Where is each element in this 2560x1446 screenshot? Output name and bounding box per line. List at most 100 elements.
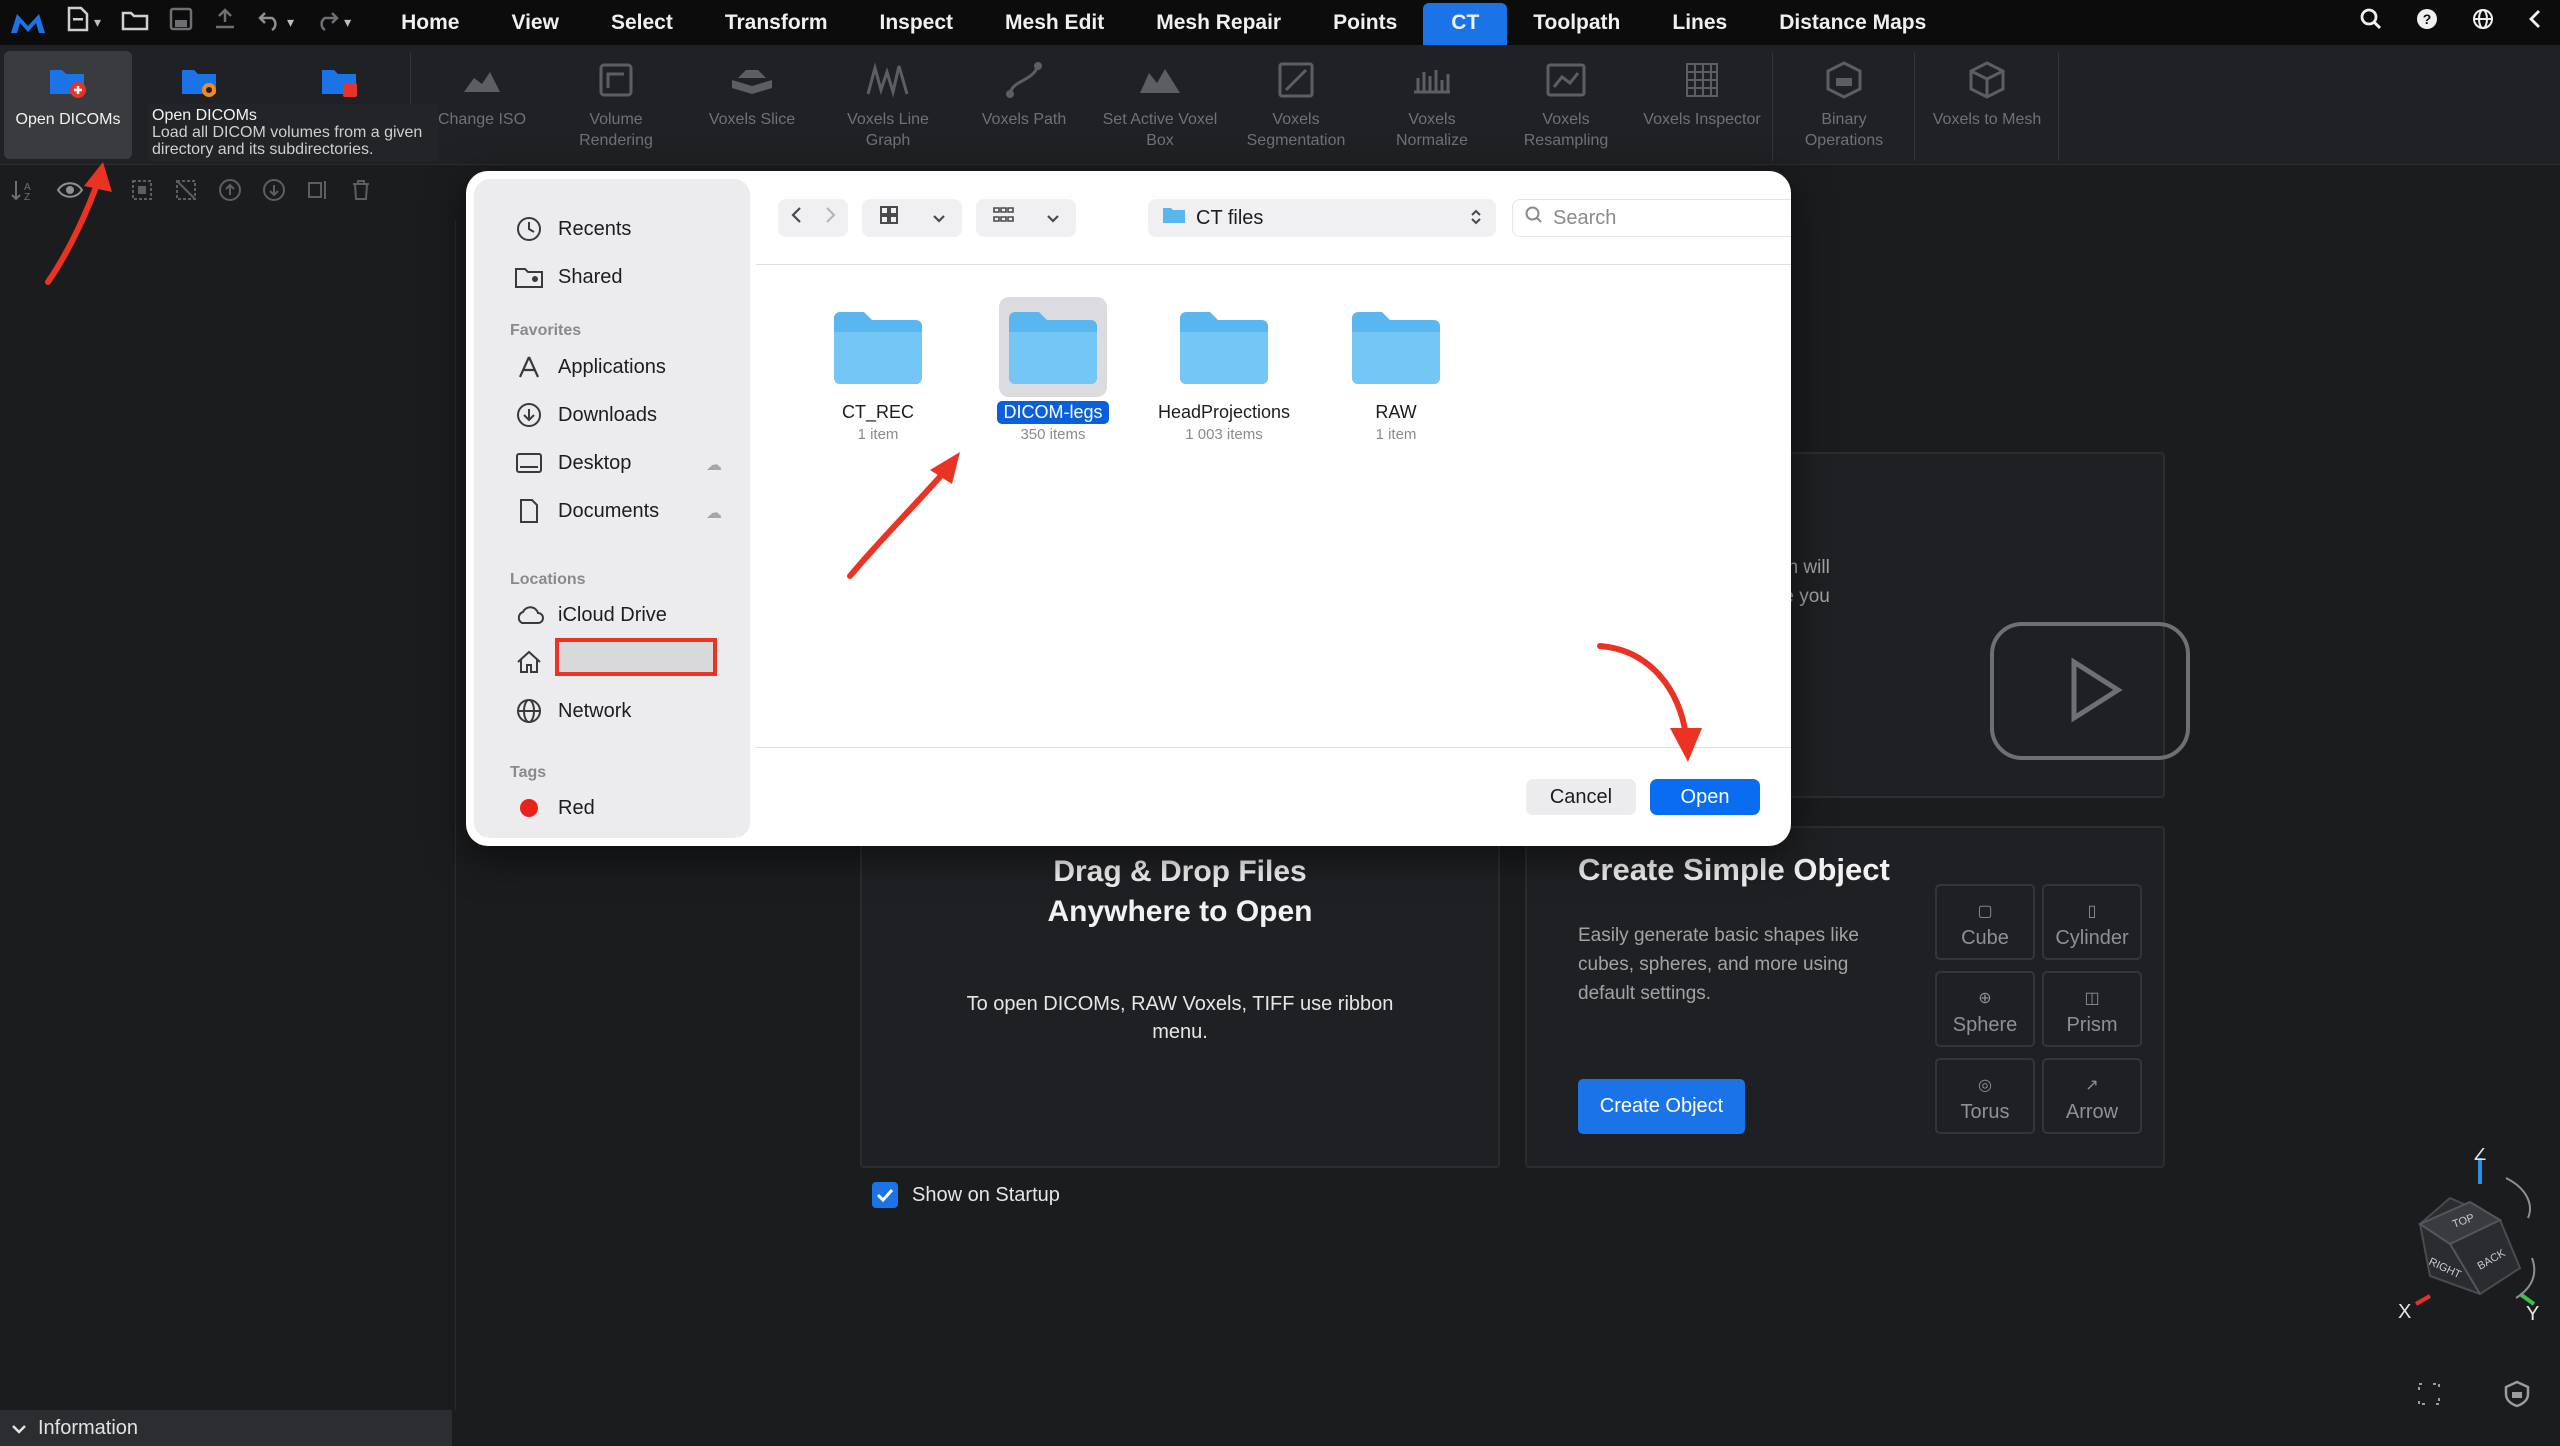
tab-toolpath[interactable]: Toolpath [1507,0,1646,45]
menu-bar: ▾ ▾ ▾ Home View Select Transform Inspect… [0,0,2560,45]
voxels-to-mesh-button[interactable]: Voxels to Mesh [1920,51,2054,159]
voxels-inspector-button[interactable]: Voxels Inspector [1642,51,1762,159]
sidebar-item-shared[interactable]: Shared [514,260,623,294]
collapse-icon[interactable] [2528,8,2542,37]
save-button[interactable] [159,0,203,45]
voxels-segmentation-button[interactable]: Voxels Segmentation [1236,51,1356,159]
chevron-down-icon[interactable]: ▾ [94,14,101,31]
move-down-icon[interactable] [262,178,286,209]
group-by-selector[interactable] [976,199,1076,237]
voxels-resampling-button[interactable]: Voxels Resampling [1506,51,1626,159]
voxels-path-button[interactable]: Voxels Path [964,51,1084,159]
voxels-resampling-label: Voxels Resampling [1523,111,1609,149]
tab-view[interactable]: View [485,0,584,45]
shape-arrow-button[interactable]: ↗ Arrow [2042,1058,2142,1134]
folder-item-dicom-legs[interactable]: DICOM-legs 350 items [968,297,1138,443]
tab-mesh-repair[interactable]: Mesh Repair [1130,0,1307,45]
sidebar-item-recents[interactable]: Recents [514,212,631,246]
fit-view-icon[interactable] [2415,1380,2443,1415]
sidebar-item-applications[interactable]: Applications [514,350,666,384]
sidebar-item-home[interactable] [514,645,544,679]
undo-button[interactable]: ▾ [247,0,304,45]
tab-transform[interactable]: Transform [699,0,854,45]
help-icon[interactable]: ? [2416,8,2438,37]
updown-chevron-icon [1470,208,1482,229]
shape-sphere-button[interactable]: ⊕ Sphere [1935,971,2035,1047]
chevron-down-icon[interactable]: ▾ [344,14,351,31]
folder-item-headprojections[interactable]: HeadProjections 1 003 items [1139,297,1309,443]
view-cube[interactable]: Z TOP RIGHT BACK X Y [2320,1143,2540,1338]
back-arrow-icon[interactable] [790,206,802,230]
sidebar-item-downloads[interactable]: Downloads [514,398,657,432]
rotate-ccw-icon[interactable] [2505,1177,2531,1219]
sort-icon[interactable]: AZ [10,178,36,209]
open-dicoms-button[interactable]: Open DICOMs [4,51,132,159]
video-play-button[interactable] [1990,622,2190,760]
tooltip-body: Load all DICOM volumes from a given dire… [152,124,423,158]
menu-tabs: Home View Select Transform Inspect Mesh … [375,0,1952,45]
open-file-button[interactable] [111,0,159,45]
tab-select[interactable]: Select [585,0,699,45]
redo-button[interactable]: ▾ [304,0,361,45]
volume-rendering-button[interactable]: Volume Rendering [556,51,676,159]
folder-item-raw[interactable]: RAW 1 item [1311,297,1481,443]
create-object-button[interactable]: Create Object [1578,1079,1745,1134]
shape-torus-button[interactable]: ◎ Torus [1935,1058,2035,1134]
information-panel-header[interactable]: Information [0,1410,452,1446]
deselect-icon[interactable] [174,178,198,209]
voxels-slice-button[interactable]: Voxels Slice [692,51,812,159]
sidebar-item-desktop[interactable]: Desktop [514,446,631,480]
voxels-normalize-button[interactable]: Voxels Normalize [1372,51,1492,159]
trash-icon[interactable] [350,178,372,209]
split-icon[interactable] [306,178,330,209]
shared-folder-icon [514,262,544,292]
shape-label: Cube [1961,927,2009,949]
forward-arrow-icon[interactable] [825,206,837,230]
shape-prism-button[interactable]: ◫ Prism [2042,971,2142,1047]
sidebar-item-tag-red[interactable]: Red [514,791,595,825]
search-input[interactable] [1553,206,1783,230]
folder-item-ct-rec[interactable]: CT_REC 1 item [793,297,963,443]
sidebar-item-network[interactable]: Network [514,694,631,728]
new-file-icon [66,6,90,39]
segmentation-icon [1276,51,1316,109]
open-button[interactable]: Open [1650,779,1760,815]
sidebar-item-documents[interactable]: Documents [514,494,659,528]
show-on-startup-checkbox[interactable] [872,1182,898,1208]
viewport-corner-icons [2415,1380,2531,1415]
tab-ct[interactable]: CT [1423,3,1508,45]
sidebar-item-icloud-drive[interactable]: iCloud Drive [514,598,667,632]
binary-operations-button[interactable]: Binary Operations [1782,51,1906,159]
move-up-icon[interactable] [218,178,242,209]
home-icon [514,647,544,677]
select-all-icon[interactable] [130,178,154,209]
tab-mesh-edit[interactable]: Mesh Edit [979,0,1130,45]
search-field[interactable] [1512,199,1791,237]
tab-distance-maps[interactable]: Distance Maps [1753,0,1952,45]
new-file-button[interactable]: ▾ [56,0,111,45]
search-icon[interactable] [2360,8,2382,37]
cancel-button[interactable]: Cancel [1526,779,1636,815]
eye-icon[interactable] [56,179,84,207]
voxels-slice-icon [728,51,776,109]
play-icon [2071,657,2123,723]
globe-icon[interactable] [2472,8,2494,37]
set-active-voxel-box-button[interactable]: Set Active Voxel Box [1100,51,1220,159]
shape-cube-button[interactable]: ▢ Cube [1935,884,2035,960]
tab-home[interactable]: Home [375,0,485,45]
grid-group-icon [992,205,1014,231]
tab-inspect[interactable]: Inspect [854,0,980,45]
app-logo[interactable] [0,0,56,45]
view-mode-selector[interactable] [862,199,962,237]
shield-icon[interactable] [2503,1380,2531,1415]
ribbon-separator [2058,53,2059,161]
tab-lines[interactable]: Lines [1646,0,1753,45]
export-button[interactable] [203,0,247,45]
chevron-down-icon[interactable]: ▾ [287,14,294,31]
voxels-line-graph-button[interactable]: Voxels Line Graph [828,51,948,159]
location-path-select[interactable]: CT files [1148,199,1496,237]
upload-icon [213,7,237,38]
change-iso-button[interactable]: Change ISO [420,51,544,159]
shape-cylinder-button[interactable]: ▯ Cylinder [2042,884,2142,960]
tab-points[interactable]: Points [1307,0,1423,45]
